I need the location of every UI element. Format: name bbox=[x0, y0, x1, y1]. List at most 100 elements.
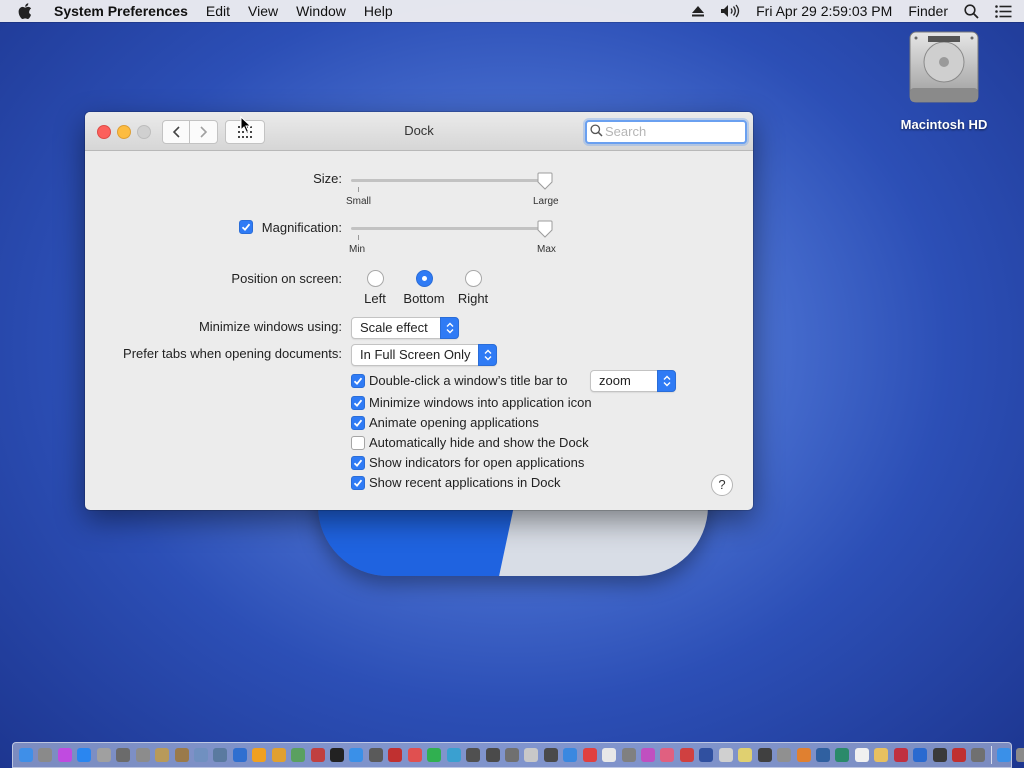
position-right-label[interactable]: Right bbox=[448, 291, 498, 306]
dock-app-icon[interactable] bbox=[116, 748, 131, 762]
dock-app-icon[interactable] bbox=[349, 748, 364, 762]
position-bottom-label[interactable]: Bottom bbox=[394, 291, 454, 306]
dock-app-icon[interactable] bbox=[57, 748, 72, 762]
position-right-radio[interactable] bbox=[465, 270, 482, 287]
position-bottom-radio[interactable] bbox=[416, 270, 433, 287]
dock-app-icon[interactable] bbox=[252, 748, 267, 762]
dock-app-icon[interactable] bbox=[135, 748, 150, 762]
dock-app-icon[interactable] bbox=[271, 748, 286, 762]
dock-app-icon[interactable] bbox=[388, 748, 403, 762]
dock-app-icon[interactable] bbox=[738, 748, 753, 762]
dock-app-icon[interactable] bbox=[952, 748, 966, 762]
help-button[interactable]: ? bbox=[711, 474, 733, 496]
dock-app-icon[interactable] bbox=[427, 748, 442, 762]
dock-app-icon[interactable] bbox=[310, 748, 325, 762]
size-slider-knob[interactable] bbox=[537, 172, 553, 190]
auto-hide-dock-label[interactable]: Automatically hide and show the Dock bbox=[369, 435, 589, 450]
drive-label: Macintosh HD bbox=[900, 117, 988, 132]
dock-app-icon[interactable] bbox=[330, 748, 344, 762]
dock-app-icon[interactable] bbox=[368, 748, 383, 762]
dock-app-icon[interactable] bbox=[913, 748, 928, 762]
search-input[interactable] bbox=[605, 123, 735, 140]
dock-app-icon[interactable] bbox=[19, 748, 33, 762]
dock-app-icon[interactable] bbox=[777, 748, 792, 762]
eject-icon[interactable] bbox=[692, 5, 705, 17]
magnification-slider-track[interactable] bbox=[351, 227, 551, 230]
dock-app-icon[interactable] bbox=[971, 748, 986, 762]
menu-view[interactable]: View bbox=[248, 3, 278, 19]
dock-app-icon[interactable] bbox=[757, 748, 772, 762]
macintosh-hd-drive[interactable]: Macintosh HD bbox=[894, 30, 994, 132]
dock-app-icon[interactable] bbox=[174, 748, 189, 762]
show-indicators-label[interactable]: Show indicators for open applications bbox=[369, 455, 584, 470]
dock-app-icon[interactable] bbox=[854, 748, 869, 762]
minimize-effect-popup[interactable]: Scale effect bbox=[351, 317, 459, 339]
dock-app-icon[interactable] bbox=[485, 748, 500, 762]
show-indicators-checkbox[interactable] bbox=[351, 456, 365, 470]
dock-app-icon[interactable] bbox=[1016, 748, 1024, 762]
dock-app-icon[interactable] bbox=[641, 748, 655, 762]
dock-app-icon[interactable] bbox=[621, 748, 636, 762]
magnification-checkbox[interactable] bbox=[239, 220, 253, 234]
double-click-titlebar-label[interactable]: Double-click a window’s title bar to bbox=[369, 373, 567, 388]
menu-window[interactable]: Window bbox=[296, 3, 346, 19]
spotlight-search-icon[interactable] bbox=[964, 3, 979, 19]
double-click-action-popup[interactable]: zoom bbox=[590, 370, 676, 392]
magnification-label[interactable]: Magnification: bbox=[262, 220, 342, 235]
dock-app-icon[interactable] bbox=[815, 748, 830, 762]
magnification-slider-knob[interactable] bbox=[537, 220, 553, 238]
size-min-label: Small bbox=[346, 196, 372, 207]
dock-app-icon[interactable] bbox=[96, 748, 111, 762]
auto-hide-dock-checkbox[interactable] bbox=[351, 436, 365, 450]
dock-app-icon[interactable] bbox=[524, 748, 539, 762]
dock-app-icon[interactable] bbox=[874, 748, 889, 762]
dock-app-icon[interactable] bbox=[543, 748, 558, 762]
clock-datetime[interactable]: Fri Apr 29 2:59:03 PM bbox=[756, 3, 892, 19]
position-left-radio[interactable] bbox=[367, 270, 384, 287]
menu-finder[interactable]: Finder bbox=[908, 3, 948, 19]
dock-app-icon[interactable] bbox=[155, 748, 170, 762]
minimize-into-app-icon-label[interactable]: Minimize windows into application icon bbox=[369, 395, 592, 410]
dock-app-icon[interactable] bbox=[660, 748, 675, 762]
dock-app-icon[interactable] bbox=[602, 748, 617, 762]
dock-app-icon[interactable] bbox=[699, 748, 714, 762]
magnification-max-label: Max bbox=[537, 244, 556, 255]
menu-help[interactable]: Help bbox=[364, 3, 393, 19]
dock-app-icon[interactable] bbox=[679, 748, 694, 762]
menu-edit[interactable]: Edit bbox=[206, 3, 230, 19]
dock-app-icon[interactable] bbox=[407, 748, 422, 762]
animate-opening-checkbox[interactable] bbox=[351, 416, 365, 430]
notification-center-icon[interactable] bbox=[995, 4, 1012, 18]
size-slider-track[interactable] bbox=[351, 179, 551, 182]
dock-app-icon[interactable] bbox=[582, 748, 597, 762]
dock-app-icon[interactable] bbox=[718, 748, 733, 762]
dock-app-icon[interactable] bbox=[446, 748, 461, 762]
dock-app-icon[interactable] bbox=[796, 748, 811, 762]
double-click-titlebar-checkbox[interactable] bbox=[351, 374, 365, 388]
dock-app-icon[interactable] bbox=[291, 748, 306, 762]
show-recent-apps-label[interactable]: Show recent applications in Dock bbox=[369, 475, 561, 490]
dock-app-icon[interactable] bbox=[996, 748, 1011, 762]
dock-app-icon[interactable] bbox=[466, 748, 481, 762]
animate-opening-label[interactable]: Animate opening applications bbox=[369, 415, 539, 430]
search-field[interactable] bbox=[585, 120, 747, 144]
dock-app-icon[interactable] bbox=[232, 748, 247, 762]
prefer-tabs-popup[interactable]: In Full Screen Only bbox=[351, 344, 497, 366]
position-left-label[interactable]: Left bbox=[355, 291, 395, 306]
dock-app-icon[interactable] bbox=[893, 748, 908, 762]
dock-app-icon[interactable] bbox=[932, 748, 947, 762]
menu-app-name[interactable]: System Preferences bbox=[54, 3, 188, 19]
dock-app-icon[interactable] bbox=[193, 748, 208, 762]
title-bar[interactable]: Dock bbox=[85, 112, 753, 151]
volume-icon[interactable] bbox=[720, 4, 740, 18]
dock-app-icon[interactable] bbox=[77, 748, 92, 762]
minimize-into-app-icon-checkbox[interactable] bbox=[351, 396, 365, 410]
dock-app-icon[interactable] bbox=[835, 748, 850, 762]
dock-app-icon[interactable] bbox=[563, 748, 578, 762]
dock-app-icon[interactable] bbox=[38, 748, 53, 762]
dock-app-icon[interactable] bbox=[504, 748, 519, 762]
dock-app-icon[interactable] bbox=[213, 748, 228, 762]
show-recent-apps-checkbox[interactable] bbox=[351, 476, 365, 490]
apple-menu-icon[interactable] bbox=[18, 3, 34, 19]
prefer-tabs-label: Prefer tabs when opening documents: bbox=[123, 346, 342, 361]
